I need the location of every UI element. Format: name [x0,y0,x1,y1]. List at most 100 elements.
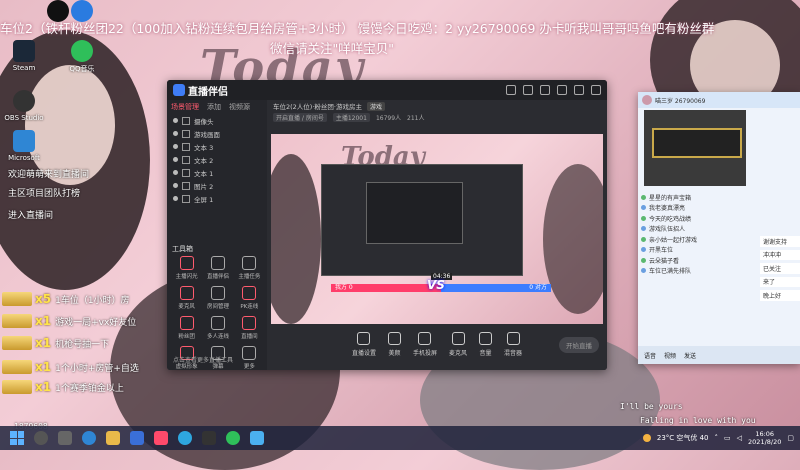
chat-window: 喵三岁 26790069 星星的有声宝箱 我老婆真漂亮 今天的吃鸡战绩 游戏队伍… [638,92,800,364]
gift-badge-icon [2,380,32,394]
desktop-icon-2[interactable]: Microsoft [2,130,46,162]
ctrl-cast[interactable]: 手机投屏 [413,331,437,357]
sidebar-tabs: 场景管理 添加 视频源 [167,100,267,114]
toolbox-title: 工具箱 [172,245,193,253]
start-live-button[interactable]: 开始直播 [559,337,599,353]
avatar[interactable] [642,95,652,105]
send-button[interactable]: 发送 [684,351,696,360]
maximize-icon[interactable] [574,85,584,95]
store-icon[interactable] [130,431,144,445]
list-item[interactable]: 我老婆真漂亮 [638,203,800,214]
side-messages: 谢谢支持 冲冲冲 已关注 来了 晚上好 [760,236,800,301]
tool-item[interactable]: 主播任务 [234,256,265,280]
gift-badge-icon [2,360,32,374]
clock[interactable]: 16:06 2021/8/20 [748,430,781,446]
speaker-icon[interactable]: ◁ [737,434,742,442]
list-item[interactable]: 晚上好 [760,290,800,301]
stream-preview[interactable]: Today 04:36 我方 0 0 对方 VS [271,134,603,324]
list-item[interactable]: 谢谢支持 [760,236,800,247]
eye-icon[interactable] [173,170,178,175]
live-app-icon[interactable] [154,431,168,445]
tab-sources[interactable]: 视频源 [229,102,250,112]
toolbox-footer[interactable]: 点击查看更多直播工具 [173,355,233,364]
ctrl-mic[interactable]: 麦克风 [449,331,467,357]
list-item[interactable]: 冲冲冲 [760,249,800,260]
tool-item[interactable]: 更多 [234,346,265,370]
notification-icon[interactable]: ▢ [787,434,794,442]
windows-start-icon[interactable] [10,431,24,445]
list-item[interactable]: 今天的吃鸡战绩 [638,213,800,224]
list-item[interactable]: 星星的有声宝箱 [638,192,800,203]
scene-item[interactable]: 文本 3 [167,140,267,153]
weather-text[interactable]: 23°C 空气优 40 [657,433,709,443]
eye-icon[interactable] [173,157,178,162]
stream-title[interactable]: 车位2(2人位)·粉丝团·游戏房主 [273,101,362,111]
tool-item[interactable]: 房间管理 [202,286,233,310]
chat-app-icon[interactable] [250,431,264,445]
network-icon[interactable]: ▭ [724,434,731,442]
tab-add[interactable]: 添加 [207,102,221,112]
user-icon[interactable] [540,85,550,95]
desktop-icon-1[interactable]: OBS Studio [2,90,46,122]
scene-item[interactable]: 文本 2 [167,153,267,166]
settings-icon[interactable] [523,85,533,95]
scene-item[interactable]: 摄像头 [167,114,267,127]
ctrl-volume[interactable]: 音量 [479,331,493,357]
chevron-up-icon[interactable]: ˄ [715,434,719,442]
video-button[interactable]: 视频 [664,351,676,360]
stream-tag[interactable]: 游戏 [366,101,385,111]
list-item[interactable]: 来了 [760,276,800,287]
bg-text-2: Falling in love with you [640,416,756,425]
gift-row: x1 1个赛季铂金以上 [2,378,152,396]
chat-line-3: 进入直播间 [8,211,54,221]
pk-left: 我方 0 [331,284,441,292]
desktop-icon-5[interactable] [60,0,104,24]
eye-icon[interactable] [173,196,178,201]
scene-item[interactable]: 文本 1 [167,166,267,179]
tool-item[interactable]: 粉丝团 [171,316,202,340]
gift-row: x5 1车位（1小时）房 [2,290,152,308]
edge-icon[interactable] [82,431,96,445]
eye-icon[interactable] [173,131,178,136]
flash-icon [179,256,194,270]
system-tray: 23°C 空气优 40 ˄ ▭ ◁ 16:06 2021/8/20 ▢ [642,430,794,446]
ctrl-beauty[interactable]: 美颜 [387,331,401,357]
game-icon[interactable] [202,431,216,445]
music-icon[interactable] [226,431,240,445]
tool-item[interactable]: 麦克风 [171,286,202,310]
eye-icon[interactable] [173,118,178,123]
gift-badge-icon [2,336,32,350]
chat-welcome: 欢迎萌萌来到直播间 [8,170,90,180]
tool-item[interactable]: PK连线 [234,286,265,310]
eye-icon[interactable] [173,183,178,188]
minimize-icon[interactable] [557,85,567,95]
task-view-icon[interactable] [58,431,72,445]
list-item[interactable]: 已关注 [760,263,800,274]
main-panel: 车位2(2人位)·粉丝团·游戏房主 游戏 开启直播 / 房间号 主播12001 … [267,100,607,370]
tool-item[interactable]: 直播间 [234,316,265,340]
ctrl-mixer[interactable]: 混音器 [504,331,522,357]
search-icon[interactable] [34,431,48,445]
bg-text-1: I'll be yours [620,402,683,411]
eye-icon[interactable] [173,144,178,149]
scene-item[interactable]: 游戏画面 [167,127,267,140]
qq-icon[interactable] [178,431,192,445]
folder-icon[interactable] [106,431,120,445]
tool-item[interactable]: 主播闪光 [171,256,202,280]
user-icon [641,215,646,221]
list-item[interactable]: 游戏队伍招人 [638,224,800,235]
logo-icon [173,84,185,96]
scene-item[interactable]: 全屏 1 [167,192,267,205]
tool-item[interactable]: 多人连线 [202,316,233,340]
tool-item[interactable]: 直播伴侣 [202,256,233,280]
tab-scenes[interactable]: 场景管理 [171,102,199,112]
ctrl-settings[interactable]: 直播设置 [352,331,376,357]
voice-button[interactable]: 语音 [644,351,656,360]
user-icon [641,226,646,232]
desktop-icon-3[interactable]: QQ音乐 [60,40,104,74]
desktop-icon-0[interactable]: Steam [2,40,46,72]
close-icon[interactable] [591,85,601,95]
chat-window-footer: 语音 视频 发送 [638,346,800,364]
message-icon[interactable] [506,85,516,95]
scene-item[interactable]: 图片 2 [167,179,267,192]
